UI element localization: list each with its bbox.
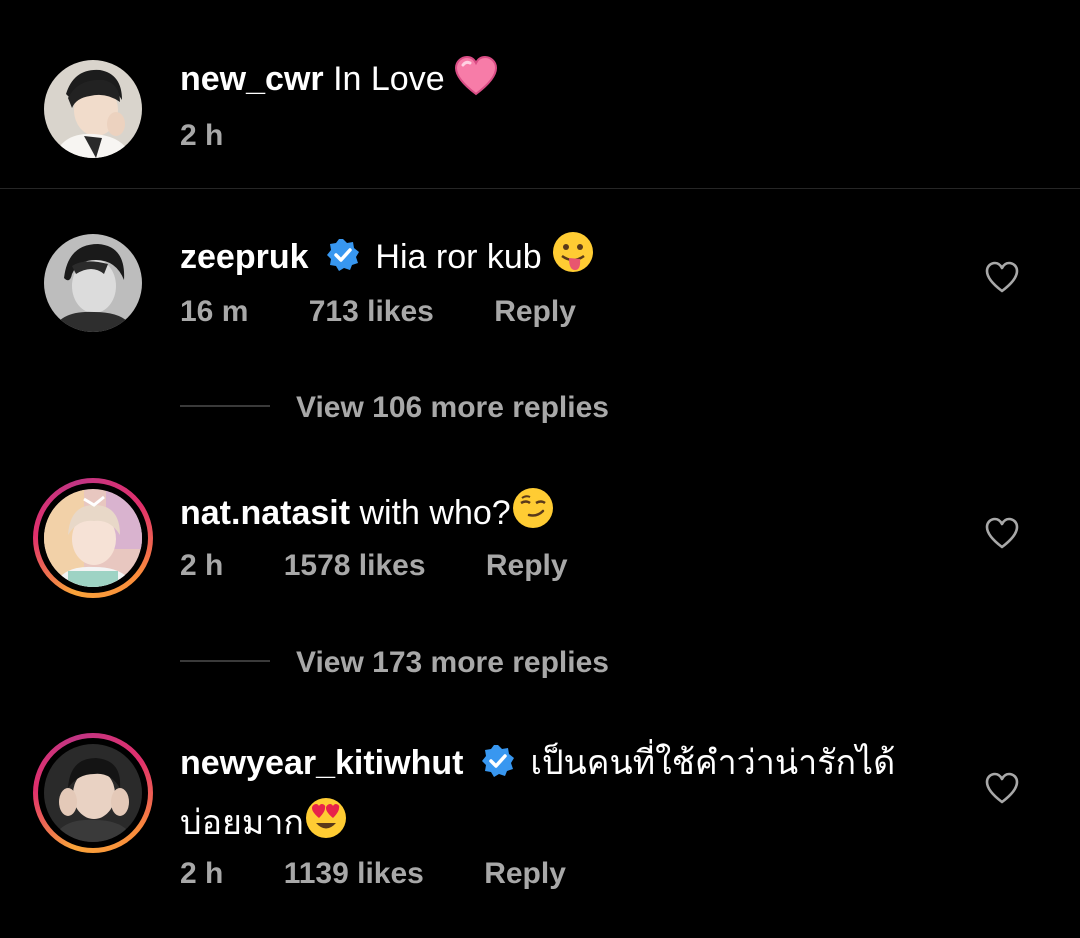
comment-meta: 16 m 713 likes Reply [180,294,576,330]
reply-button[interactable]: Reply [486,549,568,582]
comment-time: 16 m [180,295,249,328]
comment-username[interactable]: nat.natasit [180,494,350,532]
comment-text: Hia ror kub [375,238,542,276]
comment-time: 2 h [180,549,224,582]
comment-text: เป็นคนที่ใช้คำว่าน่ารักได้ [530,744,896,782]
view-replies-divider [180,405,270,407]
caption-meta: 2 h [180,118,223,154]
pink-heart-icon [454,55,498,107]
verified-badge-icon [481,744,515,789]
comment-likes[interactable]: 1578 likes [284,549,426,582]
smirk-face-icon [511,486,555,541]
verified-badge-icon [326,238,360,283]
avatar-nat-natasit[interactable] [44,489,142,587]
comment-likes[interactable]: 1139 likes [284,857,424,890]
avatar-new-cwr[interactable] [44,60,142,158]
story-ring[interactable] [33,478,153,598]
like-heart-icon[interactable] [984,771,1020,807]
view-more-replies-link[interactable]: View 173 more replies [296,645,609,681]
avatar-newyear-kitiwhut[interactable] [44,744,142,842]
comment-username[interactable]: newyear_kitiwhut [180,744,463,782]
caption-line: new_cwr In Love [180,55,498,107]
comment-text: with who? [359,494,511,532]
comment-username[interactable]: zeepruk [180,238,309,276]
caption-divider [0,188,1080,189]
heart-eyes-face-icon [304,796,348,851]
comment-meta: 2 h 1578 likes Reply [180,548,568,584]
comment-time: 2 h [180,857,224,890]
comment-line: newyear_kitiwhut เป็นคนที่ใช้คำว่าน่ารัก… [180,741,895,789]
reply-button[interactable]: Reply [484,857,566,890]
reply-button[interactable]: Reply [494,295,576,328]
caption-username[interactable]: new_cwr [180,60,324,98]
like-heart-icon[interactable] [984,516,1020,552]
comment-line: zeepruk Hia ror kub [180,230,595,285]
like-heart-icon[interactable] [984,260,1020,296]
comment-likes[interactable]: 713 likes [309,295,434,328]
caption-time: 2 h [180,119,224,152]
view-more-replies-link[interactable]: View 106 more replies [296,390,609,426]
view-replies-divider [180,660,270,662]
comment-meta: 2 h 1139 likes Reply [180,856,566,892]
avatar-zeepruk[interactable] [44,234,142,332]
comment-line-2: บ่อยมาก [180,796,348,851]
story-ring[interactable] [33,733,153,853]
tongue-out-face-icon [551,230,595,285]
comment-line: nat.natasit with who? [180,486,555,541]
caption-text: In Love [333,60,445,98]
comment-text-line2: บ่อยมาก [180,804,305,842]
